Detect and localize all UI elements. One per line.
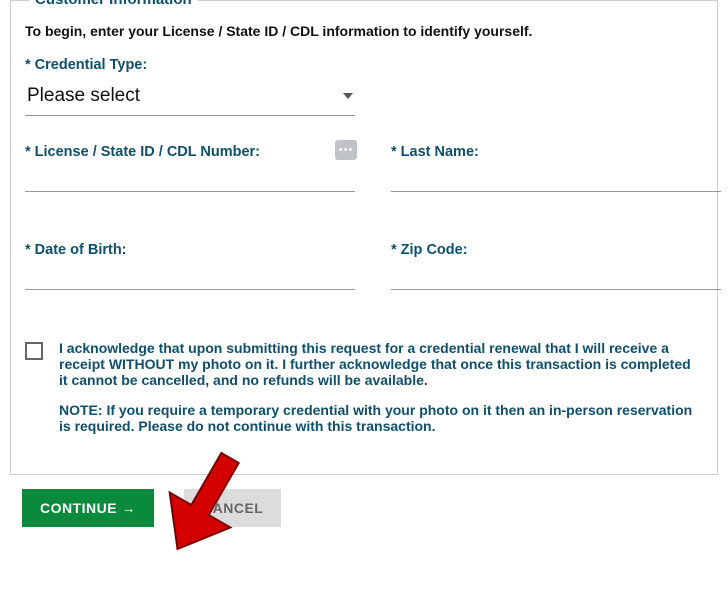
dob-label: * Date of Birth: xyxy=(25,242,355,258)
ack-p1-bold: WITHOUT xyxy=(109,356,174,372)
license-number-label: * License / State ID / CDL Number: xyxy=(25,144,355,160)
customer-info-fieldset: Customer Information To begin, enter you… xyxy=(10,0,718,475)
acknowledge-text: I acknowledge that upon submitting this … xyxy=(59,340,703,448)
zip-field: * Zip Code: xyxy=(391,242,721,290)
button-row: CONTINUE → CANCEL xyxy=(0,475,728,527)
fieldset-legend: Customer Information xyxy=(29,0,198,8)
acknowledge-checkbox[interactable] xyxy=(25,342,43,360)
zip-input[interactable] xyxy=(391,264,721,290)
credential-type-label: * Credential Type: xyxy=(25,57,703,73)
credential-type-value: Please select xyxy=(27,85,140,107)
ack-p2-bold: NOTE: xyxy=(59,402,103,418)
ack-p2-post: If you require a temporary credential wi… xyxy=(59,402,692,434)
credential-type-select[interactable]: Please select xyxy=(25,79,355,116)
acknowledgement-row: I acknowledge that upon submitting this … xyxy=(25,340,703,448)
license-number-input[interactable] xyxy=(25,166,355,192)
dob-field: * Date of Birth: xyxy=(25,242,355,290)
continue-button[interactable]: CONTINUE → xyxy=(22,489,154,527)
last-name-input[interactable] xyxy=(391,166,721,192)
zip-label: * Zip Code: xyxy=(391,242,721,258)
dob-input[interactable] xyxy=(25,264,355,290)
intro-text: To begin, enter your License / State ID … xyxy=(25,23,703,39)
license-number-field: * License / State ID / CDL Number: ••• xyxy=(25,144,355,192)
chevron-down-icon xyxy=(343,93,353,99)
input-helper-icon[interactable]: ••• xyxy=(335,140,357,160)
last-name-field: * Last Name: xyxy=(391,144,721,192)
cancel-button[interactable]: CANCEL xyxy=(184,489,281,527)
last-name-label: * Last Name: xyxy=(391,144,721,160)
